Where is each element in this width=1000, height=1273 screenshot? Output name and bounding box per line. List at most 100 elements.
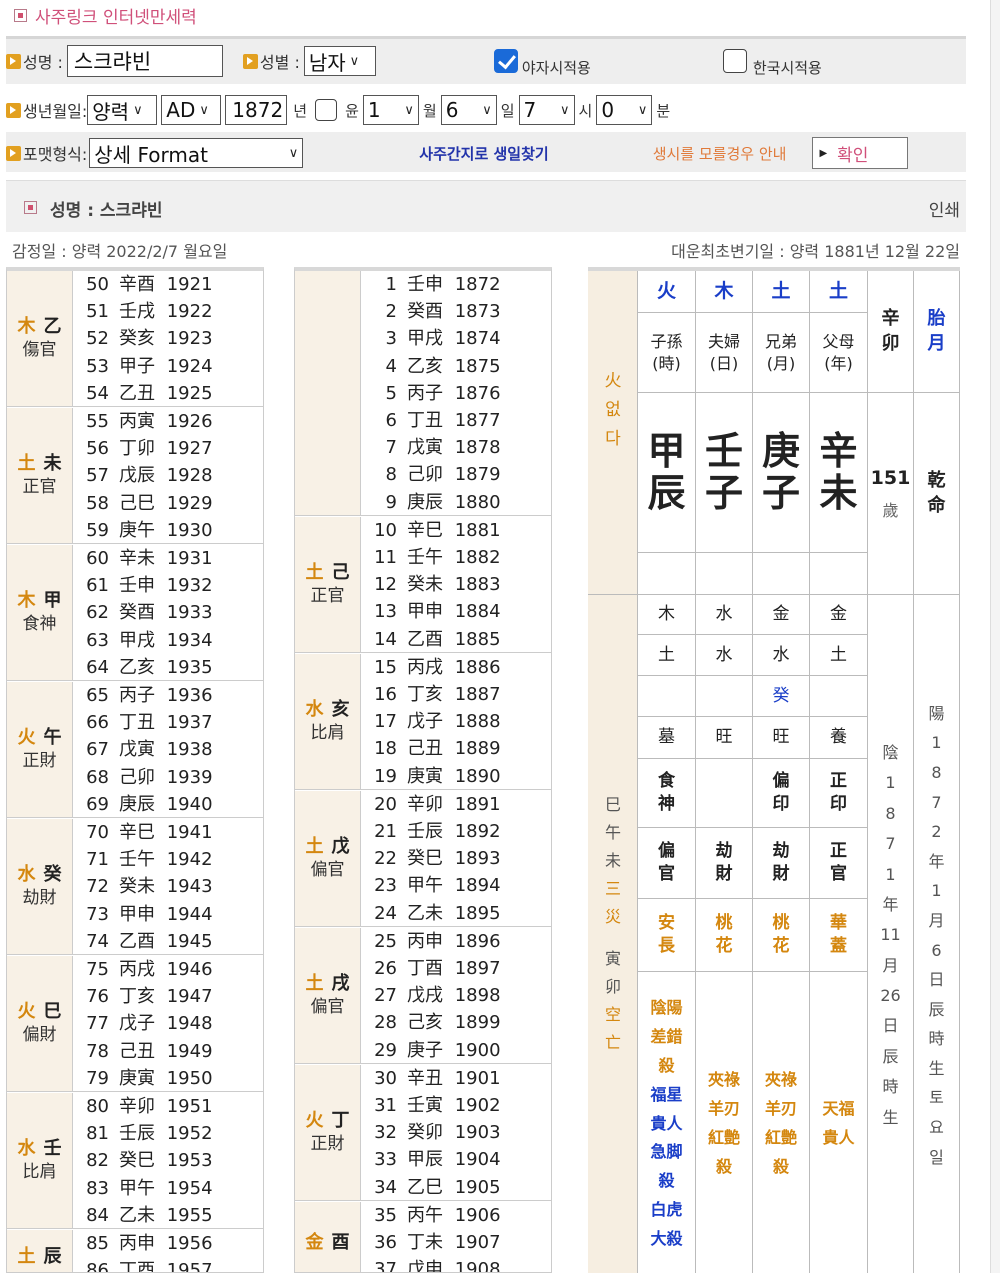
age: 6 [385,409,397,431]
daeun-cycle-ganji: 土未 [18,451,62,476]
year-number: 1933 [161,602,213,624]
result-name: 성명 : 스크랴빈 [50,201,163,221]
lunar-birth: 陰 1 8 7 1 年 11 月 26 日辰時生 [868,595,914,1273]
calendar-select[interactable]: 양력 ∨ [87,95,158,125]
daeun-element: 水 [17,1138,36,1159]
daeun-cycle-ganji: 水壬 [18,1136,62,1161]
daeun-ten-god: 正財 [310,1133,345,1154]
pillar: 壬子 [696,393,753,553]
daeun-gan: 戊 [331,835,350,857]
year-ganji: 壬戌 [119,301,155,323]
daeun-year-row: 33 甲辰 1904 [361,1146,551,1173]
year-number: 1883 [449,574,501,596]
element-top: 土 [810,271,868,313]
age-value: 151 [870,466,911,489]
chart-row-3-text: 旺 [715,727,733,748]
shinsal-3: 夾祿 羊刃 紅艶 殺 [753,972,810,1273]
gender-select[interactable]: 남자 ∨ [303,46,376,76]
year-number: 1894 [449,875,501,897]
chart-row-5: 劫 財 [696,828,753,899]
daeun-year-row: 29 庚子 1900 [361,1037,551,1064]
age: 33 [374,1149,397,1171]
daeun-element: 火 [305,1109,324,1131]
daeun-cycle-ganji: 土戊 [306,834,350,859]
year-number: 1892 [449,820,501,842]
age: 78 [86,1040,109,1062]
year-ganji: 己巳 [119,492,155,514]
daeun-gan: 亥 [331,698,350,720]
daeun-year-row: 68 己卯 1939 [73,764,263,791]
unknown-time-link[interactable]: 생시를 모를경우 안내 [653,143,787,164]
year-input[interactable]: 1872 [225,95,288,125]
korea-checkbox[interactable] [722,49,747,73]
daeun-year-row: 27 戊戌 1898 [361,982,551,1009]
age: 83 [86,1177,109,1199]
chevron-down-icon: ∨ [349,53,360,69]
age-cell: 151 歲 [868,393,914,595]
chart-row-3-text: 墓 [658,727,675,748]
year-ganji-top: 辛 卯 [868,271,914,393]
name-input[interactable]: 스크랴빈 [66,45,223,77]
print-link[interactable]: 인쇄 [929,196,960,221]
year-ganji: 辛未 [119,548,155,569]
year-ganji: 戊子 [119,1013,155,1035]
minute-unit: 분 [656,101,671,120]
hour-select[interactable]: 7 ∨ [518,95,575,125]
year-ganji: 己丑 [407,738,443,760]
confirm-button[interactable]: ▶ 확인 [812,137,909,169]
pillar-branch: 子 [761,470,800,515]
chart-row-4-text: 食 神 [658,771,675,814]
gender-value: 남자 [308,50,346,75]
daeun-cycle-label: 土辰 [7,1230,73,1272]
format-select[interactable]: 상세 Format ∨ [89,138,304,168]
age: 34 [374,1176,397,1198]
daeun-year-row: 62 癸酉 1933 [73,599,263,626]
leap-checkbox[interactable] [315,99,338,121]
chart-row-6: 安 長 [638,899,696,972]
age: 52 [86,328,109,350]
year-number: 1942 [161,849,213,871]
daeun-ten-god: 比肩 [310,722,345,743]
era-select[interactable]: AD ∨ [161,95,222,125]
pillar-branch: 辰 [647,470,686,515]
daeun-cycle-ganji: 火午 [18,725,62,750]
month-select[interactable]: 1 ∨ [362,95,419,125]
year-ganji: 乙巳 [407,1176,443,1198]
year-number: 1893 [449,848,501,870]
year-number: 1948 [161,1013,213,1035]
daeun-gan: 未 [43,453,62,474]
daeun-year-row: 51 壬戌 1922 [73,298,263,325]
daeun-year-row: 83 甲午 1954 [73,1175,263,1202]
daeun-ten-god: 比肩 [22,1162,57,1183]
year-number: 1924 [161,355,213,377]
find-birthday-link[interactable]: 사주간지로 생일찾기 [419,143,548,164]
window-icon [14,8,27,22]
minute-select[interactable]: 0 ∨ [596,95,653,125]
age: 58 [86,492,109,514]
age: 67 [86,739,109,761]
daeun-cycle-ganji: 土戌 [306,971,350,996]
relation-text: 子孫 (時) [650,331,683,373]
daeun-year-row: 69 庚辰 1940 [73,791,263,818]
era-value: AD [166,98,196,122]
yaja-checkbox[interactable] [493,49,518,73]
year-number: 1879 [449,464,501,486]
daeun-column-1: 木乙傷官 50 辛酉 1921 51 壬戌 1922 52 癸亥 1923 53 甲子 1924… [6,267,264,1273]
daeun-year-row: 63 甲戌 1934 [73,627,263,654]
chart-row-3: 墓 [638,717,696,759]
daeun-cycle-ganji: 木甲 [18,588,62,613]
daeun-ten-god: 正官 [22,477,57,498]
age: 4 [385,355,397,377]
year-number: 1884 [449,601,501,623]
year-ganji: 甲申 [407,601,443,623]
year-ganji: 庚子 [407,1039,443,1061]
taewol-text: 胎 月 [927,308,946,354]
chart-row-6-text: 安 長 [658,913,675,956]
side-top-text: 火없다 [604,371,622,449]
daeun-year-row: 86 丁酉 1957 [73,1257,263,1272]
day-select[interactable]: 6 ∨ [440,95,497,125]
daeun-year-row: 25 丙申 1896 [361,928,551,955]
daeun-ten-god: 食神 [22,614,57,635]
year-number: 1905 [449,1176,501,1198]
daeun-cycle: 土辰 85 丙申 1956 86 丁酉 1957 [7,1230,263,1272]
